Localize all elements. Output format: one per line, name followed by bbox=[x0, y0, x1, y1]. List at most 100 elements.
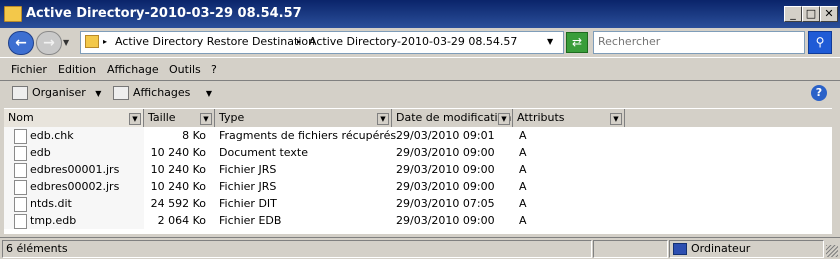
file-name: edbres00001.jrs bbox=[30, 163, 120, 176]
views-label: Affichages bbox=[133, 86, 191, 99]
resize-grip[interactable] bbox=[826, 245, 838, 257]
maximize-button[interactable]: □ bbox=[802, 6, 820, 22]
status-location: Ordinateur bbox=[669, 240, 824, 258]
back-button[interactable]: ← bbox=[8, 31, 34, 55]
breadcrumb-restore-destination[interactable]: Active Directory Restore Destination bbox=[115, 35, 315, 48]
folder-icon bbox=[85, 35, 99, 48]
search-button[interactable]: ⚲ bbox=[808, 31, 832, 54]
file-attributes: A bbox=[519, 214, 527, 227]
file-attributes: A bbox=[519, 197, 527, 210]
history-dropdown-icon[interactable]: ▼ bbox=[63, 38, 69, 47]
menu-outils[interactable]: Outils bbox=[169, 63, 201, 76]
menu-edition[interactable]: Edition bbox=[58, 63, 96, 76]
file-size: 10 240 Ko bbox=[150, 163, 206, 176]
organize-label: Organiser bbox=[32, 86, 86, 99]
column-headers: Nom ▼ Taille ▼ Type ▼ Date de modificati… bbox=[4, 108, 832, 128]
column-header-attributes[interactable]: Attributs ▼ bbox=[513, 109, 625, 127]
organize-button[interactable]: Organiser ▼ bbox=[12, 86, 101, 100]
menu-bar: Fichier Edition Affichage Outils ? bbox=[0, 57, 840, 81]
file-date: 29/03/2010 09:01 bbox=[396, 129, 495, 142]
table-row[interactable]: edbres00002.jrs 10 240 Ko Fichier JRS 29… bbox=[4, 178, 832, 195]
file-attributes: A bbox=[519, 163, 527, 176]
column-filter-dropdown-icon[interactable]: ▼ bbox=[377, 113, 389, 125]
file-name: tmp.edb bbox=[30, 214, 77, 227]
file-date: 29/03/2010 09:00 bbox=[396, 146, 495, 159]
title-bar[interactable]: Active Directory-2010-03-29 08.54.57 _ □… bbox=[0, 0, 840, 28]
column-label-type: Type bbox=[219, 111, 245, 124]
status-empty-segment bbox=[593, 240, 668, 258]
column-header-date[interactable]: Date de modification ▼ bbox=[392, 109, 513, 127]
file-icon bbox=[14, 214, 27, 229]
file-date: 29/03/2010 09:00 bbox=[396, 163, 495, 176]
table-row[interactable]: edb.chk 8 Ko Fragments de fichiers récup… bbox=[4, 127, 832, 144]
window-title: Active Directory-2010-03-29 08.54.57 bbox=[26, 6, 302, 21]
file-size: 24 592 Ko bbox=[150, 197, 206, 210]
address-row: ← → ▼ ▸ Active Directory Restore Destina… bbox=[0, 28, 840, 56]
organize-icon bbox=[12, 86, 28, 100]
table-row[interactable]: edbres00001.jrs 10 240 Ko Fichier JRS 29… bbox=[4, 161, 832, 178]
chevron-right-icon[interactable]: ▸ bbox=[297, 37, 301, 46]
refresh-button[interactable]: ⇄ bbox=[566, 32, 588, 53]
file-name: ntds.dit bbox=[30, 197, 72, 210]
folder-icon bbox=[4, 6, 22, 22]
item-count: 6 éléments bbox=[2, 240, 592, 258]
file-icon bbox=[14, 146, 27, 161]
file-size: 10 240 Ko bbox=[150, 180, 206, 193]
search-input[interactable] bbox=[594, 32, 802, 51]
search-icon: ⚲ bbox=[815, 35, 825, 49]
forward-button[interactable]: → bbox=[36, 31, 62, 55]
file-size: 10 240 Ko bbox=[150, 146, 206, 159]
file-type: Fichier EDB bbox=[219, 214, 282, 227]
column-label-name: Nom bbox=[8, 111, 34, 124]
file-attributes: A bbox=[519, 180, 527, 193]
menu-affichage[interactable]: Affichage bbox=[107, 63, 159, 76]
command-toolbar: Organiser ▼ Affichages ▼ ? bbox=[0, 80, 840, 108]
address-bar[interactable]: ▸ Active Directory Restore Destination ▸… bbox=[80, 31, 564, 54]
chevron-right-icon[interactable]: ▸ bbox=[103, 37, 107, 46]
forward-arrow-icon: → bbox=[43, 35, 55, 51]
column-label-date: Date de modification bbox=[396, 111, 512, 124]
close-button[interactable]: ✕ bbox=[820, 6, 838, 22]
table-row[interactable]: ntds.dit 24 592 Ko Fichier DIT 29/03/201… bbox=[4, 195, 832, 212]
column-header-size[interactable]: Taille ▼ bbox=[144, 109, 215, 127]
column-filter-dropdown-icon[interactable]: ▼ bbox=[200, 113, 212, 125]
help-button[interactable]: ? bbox=[811, 85, 827, 101]
column-filter-dropdown-icon[interactable]: ▼ bbox=[498, 113, 510, 125]
chevron-down-icon: ▼ bbox=[95, 89, 102, 98]
file-size: 8 Ko bbox=[182, 129, 206, 142]
file-name: edb bbox=[30, 146, 51, 159]
file-icon bbox=[14, 163, 27, 178]
status-location-label: Ordinateur bbox=[691, 242, 751, 255]
chevron-down-icon: ▼ bbox=[205, 89, 213, 98]
back-arrow-icon: ← bbox=[15, 35, 27, 51]
computer-icon bbox=[673, 243, 687, 255]
file-icon bbox=[14, 129, 27, 144]
file-type: Fichier JRS bbox=[219, 163, 277, 176]
breadcrumb-current-folder[interactable]: Active Directory-2010-03-29 08.54.57 bbox=[309, 35, 517, 48]
search-box bbox=[593, 31, 805, 54]
address-dropdown-icon[interactable]: ▼ bbox=[547, 37, 553, 46]
file-icon bbox=[14, 197, 27, 212]
table-row[interactable]: edb 10 240 Ko Document texte 29/03/2010 … bbox=[4, 144, 832, 161]
column-label-size: Taille bbox=[148, 111, 176, 124]
file-type: Document texte bbox=[219, 146, 308, 159]
file-size: 2 064 Ko bbox=[157, 214, 206, 227]
column-label-attributes: Attributs bbox=[517, 111, 565, 124]
views-icon bbox=[113, 86, 129, 100]
menu-help[interactable]: ? bbox=[211, 63, 217, 76]
table-row[interactable]: tmp.edb 2 064 Ko Fichier EDB 29/03/2010 … bbox=[4, 212, 832, 229]
views-button[interactable]: Affichages ▼ bbox=[113, 86, 212, 100]
file-name: edbres00002.jrs bbox=[30, 180, 120, 193]
column-header-name[interactable]: Nom ▼ bbox=[4, 109, 144, 127]
column-header-type[interactable]: Type ▼ bbox=[215, 109, 392, 127]
column-filter-dropdown-icon[interactable]: ▼ bbox=[129, 113, 141, 125]
file-type: Fichier JRS bbox=[219, 180, 277, 193]
file-icon bbox=[14, 180, 27, 195]
file-list: edb.chk 8 Ko Fragments de fichiers récup… bbox=[4, 127, 832, 234]
refresh-icon: ⇄ bbox=[571, 35, 583, 49]
column-filter-dropdown-icon[interactable]: ▼ bbox=[610, 113, 622, 125]
menu-fichier[interactable]: Fichier bbox=[11, 63, 47, 76]
minimize-button[interactable]: _ bbox=[784, 6, 802, 22]
status-bar: 6 éléments Ordinateur bbox=[0, 237, 840, 259]
file-date: 29/03/2010 07:05 bbox=[396, 197, 495, 210]
